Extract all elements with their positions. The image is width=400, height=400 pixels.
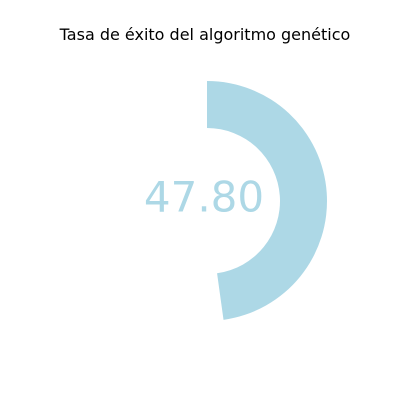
chart-title: Tasa de éxito del algoritmo genético — [59, 25, 351, 44]
gauge-chart: Tasa de éxito del algoritmo genético 47.… — [0, 0, 400, 400]
gauge-value-label: 47.80 — [144, 173, 264, 222]
